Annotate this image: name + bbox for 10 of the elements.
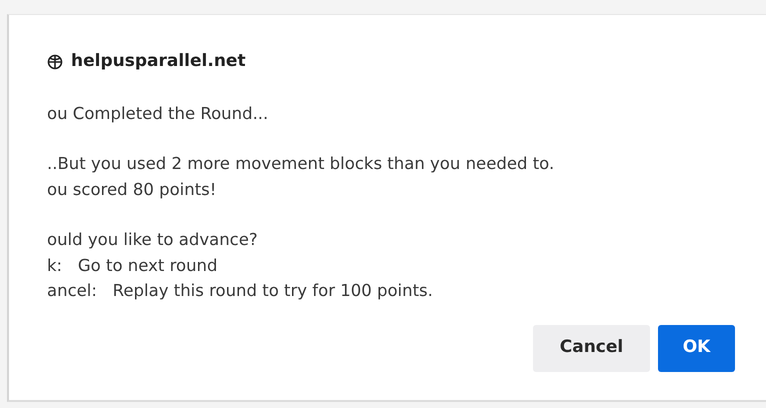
message-text: k: Go to next round xyxy=(47,254,218,276)
message-text: ..But you used 2 more movement blocks than you needed to. xyxy=(47,153,556,175)
message-text: ould you like to advance? xyxy=(47,229,259,251)
cancel-button[interactable]: Cancel xyxy=(533,324,650,372)
ok-button[interactable]: OK xyxy=(658,324,735,372)
message-text: ou Completed the Round... xyxy=(47,102,270,124)
message-text: ancel: Replay this round to try for 100 points. xyxy=(47,280,434,302)
message-text: ou scored 80 points! xyxy=(47,178,218,200)
globe-icon xyxy=(47,54,63,70)
dialog-title: helpusparallel.net xyxy=(71,50,246,73)
